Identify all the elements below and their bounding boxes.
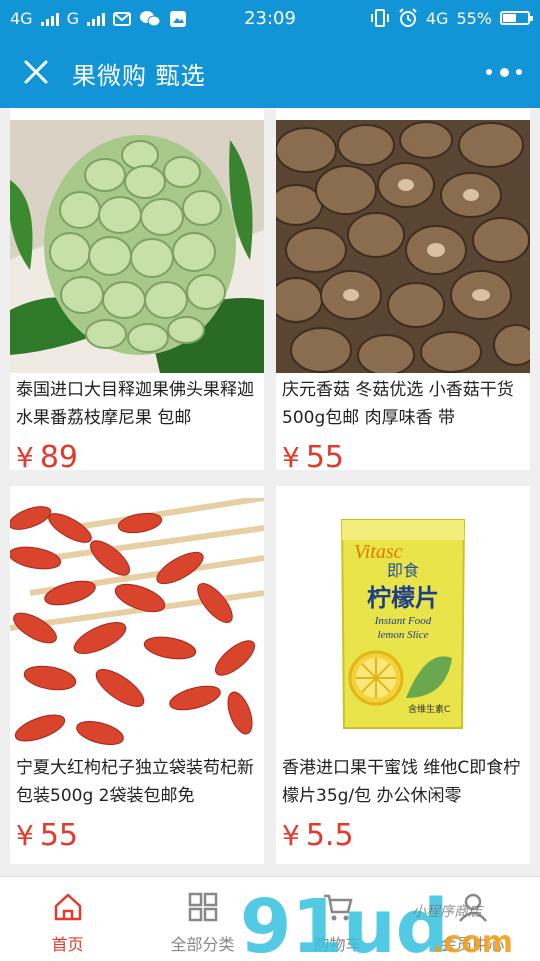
package-en-2: lemon Slice — [377, 629, 428, 641]
currency-symbol: ¥ — [282, 819, 300, 852]
title-bar: 果微购 甄选 — [0, 36, 540, 108]
price-value: 5.5 — [305, 818, 354, 853]
tab-categories[interactable]: 全部分类 — [135, 877, 270, 961]
currency-symbol: ¥ — [16, 819, 34, 852]
user-icon — [458, 893, 487, 922]
home-icon — [54, 893, 81, 921]
product-image-goji — [10, 498, 264, 751]
tab-label: 全部分类 — [170, 935, 235, 954]
alarm-icon — [399, 8, 417, 27]
status-bar: 4G G 23:09 4G 55% — [0, 0, 540, 36]
product-name: 庆元香菇 冬菇优选 小香菇干货500g包邮 肉厚味香 带 — [282, 380, 514, 428]
tab-label: 首页 — [51, 935, 84, 954]
product-name: 泰国进口大目释迦果佛头果释迦水果番荔枝摩尼果 包邮 — [16, 380, 254, 428]
more-dot — [486, 69, 492, 75]
more-menu-button[interactable] — [486, 62, 522, 82]
battery-fill — [503, 14, 517, 22]
product-card[interactable]: 宁夏大红枸杞子独立袋装苟杞新包装500g 2袋装包邮免 ¥55 — [10, 486, 264, 864]
package-name: 柠檬片 — [367, 584, 439, 612]
tab-label: 购物车 — [313, 935, 362, 954]
tab-member[interactable]: 会员中心 — [405, 877, 540, 961]
product-price: ¥55 — [282, 440, 344, 475]
cart-icon — [323, 894, 353, 921]
battery-icon — [500, 11, 533, 25]
package-title: 即食 — [387, 561, 419, 580]
currency-symbol: ¥ — [16, 441, 34, 474]
product-card[interactable]: Vitasc 即食 柠檬片 Instant Food lemon Slice 含… — [276, 486, 530, 864]
package-note: 含维生素C — [408, 703, 450, 715]
network-label-right: 4G — [425, 8, 449, 28]
tab-cart[interactable]: 购物车 — [270, 877, 405, 961]
product-image-custard-apple — [10, 120, 264, 373]
package-en-1: Instant Food — [374, 615, 432, 627]
page-title: 果微购 甄选 — [72, 62, 206, 90]
currency-symbol: ¥ — [282, 441, 300, 474]
close-icon[interactable] — [18, 54, 54, 90]
battery-percent: 55% — [456, 8, 492, 28]
product-price: ¥5.5 — [282, 818, 354, 853]
vibrate-icon — [370, 9, 389, 27]
product-name: 宁夏大红枸杞子独立袋装苟杞新包装500g 2袋装包邮免 — [16, 758, 254, 806]
grid-icon — [188, 892, 217, 922]
tab-label: 会员中心 — [440, 935, 505, 954]
bottom-tab-bar: 首页 全部分类 购物车 会员中心 — [0, 876, 540, 961]
product-price: ¥55 — [16, 818, 78, 853]
package-brand: Vitasc — [354, 541, 403, 563]
price-value: 55 — [39, 818, 79, 853]
product-image-lemon-slices: Vitasc 即食 柠檬片 Instant Food lemon Slice 含… — [276, 498, 530, 751]
product-card[interactable]: 泰国进口大目释迦果佛头果释迦水果番荔枝摩尼果 包邮 ¥89 — [10, 108, 264, 475]
status-right: 4G 55% — [370, 8, 533, 28]
more-dot — [516, 69, 522, 75]
more-dot — [499, 67, 509, 77]
tab-home[interactable]: 首页 — [0, 877, 135, 961]
product-image-shiitake — [276, 120, 530, 373]
product-name: 香港进口果干蜜饯 维他C即食柠檬片35g/包 办公休闲零 — [282, 758, 521, 806]
product-card[interactable]: 庆元香菇 冬菇优选 小香菇干货500g包邮 肉厚味香 带 ¥55 — [276, 108, 530, 475]
price-value: 89 — [39, 440, 79, 475]
product-price: ¥89 — [16, 440, 78, 475]
price-value: 55 — [305, 440, 345, 475]
